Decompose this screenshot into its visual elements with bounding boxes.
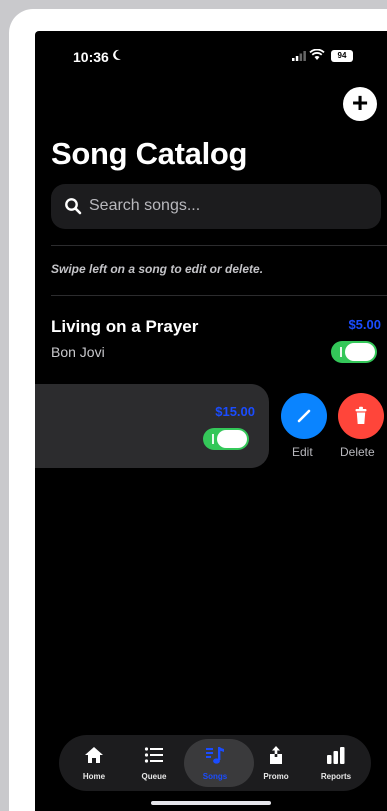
edit-label: Edit	[292, 445, 313, 459]
list-icon	[144, 747, 163, 763]
battery-indicator: 94	[331, 50, 353, 62]
status-time: 10:36	[73, 49, 109, 65]
tab-label: Reports	[320, 772, 352, 781]
search-input[interactable]	[89, 195, 369, 217]
divider	[51, 245, 387, 246]
song-enabled-toggle[interactable]	[331, 341, 377, 363]
tab-songs[interactable]: Songs	[184, 735, 254, 791]
phone-screen: 10:36 94 + Song Catalog Swipe left on a …	[35, 31, 387, 811]
music-note-icon	[206, 747, 224, 764]
song-enabled-toggle[interactable]	[203, 428, 249, 450]
wifi-icon	[309, 49, 325, 60]
song-artist: Bon Jovi	[51, 344, 105, 360]
tab-home[interactable]: Home	[69, 735, 119, 791]
song-price: $5.00	[348, 317, 381, 332]
trash-icon	[355, 406, 367, 424]
share-icon	[270, 746, 282, 764]
moon-icon	[113, 49, 121, 60]
divider	[51, 295, 387, 296]
song-title: Living on a Prayer	[51, 317, 199, 336]
swipe-hint-text: Swipe left on a song to edit or delete.	[51, 262, 264, 276]
search-icon	[65, 198, 82, 215]
page-title: Song Catalog	[51, 136, 248, 171]
add-song-button[interactable]: +	[343, 87, 377, 121]
home-indicator	[151, 801, 271, 805]
tab-label: Home	[82, 772, 106, 781]
edit-song-button[interactable]	[281, 393, 327, 439]
tab-queue[interactable]: Queue	[129, 735, 179, 791]
delete-label: Delete	[340, 445, 375, 459]
song-price: $15.00	[215, 404, 255, 419]
song-row-swiped[interactable]: $15.00	[35, 384, 269, 468]
tab-reports[interactable]: Reports	[311, 735, 361, 791]
delete-song-button[interactable]	[338, 393, 384, 439]
search-bar[interactable]	[51, 184, 381, 229]
status-bar: 10:36 94	[35, 31, 387, 81]
tab-label: Queue	[141, 772, 167, 781]
bar-chart-icon	[327, 747, 345, 764]
pencil-icon	[297, 409, 311, 423]
house-icon	[85, 747, 103, 763]
tab-label: Promo	[263, 772, 289, 781]
tab-label: Songs	[202, 772, 228, 781]
tab-bar: Home Queue Songs Promo Reports	[59, 735, 371, 791]
tab-promo[interactable]: Promo	[251, 735, 301, 791]
cellular-signal-icon	[292, 51, 306, 61]
